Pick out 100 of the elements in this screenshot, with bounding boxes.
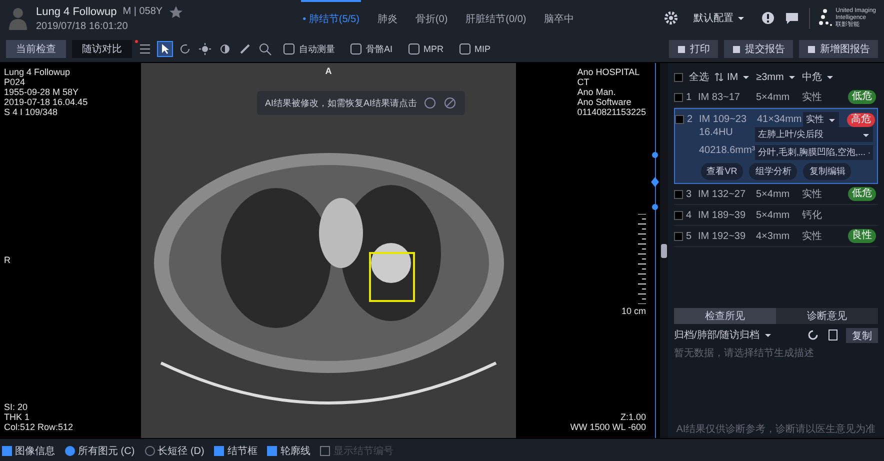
nodule-row[interactable]: 4 IM 189~39 5×4mm 钙化: [674, 205, 878, 226]
action-button[interactable]: 新增图报告: [799, 40, 878, 58]
nodule-size: 5×4mm: [756, 188, 791, 200]
nodule-index: 3: [686, 188, 693, 200]
volume-value: 40218.6mm³: [699, 145, 755, 158]
orientation-label: A: [325, 66, 332, 76]
checkbox[interactable]: [674, 92, 683, 102]
detail-button[interactable]: 复制编辑: [803, 163, 852, 180]
ai-tab[interactable]: 肺炎: [375, 0, 400, 36]
select-all-label: 全选: [689, 70, 709, 84]
size-dropdown[interactable]: ≥3mm: [756, 72, 796, 82]
zoom-icon[interactable]: [258, 42, 272, 56]
nodule-box[interactable]: [369, 252, 415, 302]
overlay-text: WW 1500 WL -600: [570, 422, 646, 432]
detail-button[interactable]: 查看VR: [700, 163, 744, 180]
nodule-row[interactable]: 3 IM 132~27 5×4mm 实性 低危: [674, 184, 878, 205]
checkbox[interactable]: [675, 115, 684, 124]
collapse-handle[interactable]: [661, 244, 667, 258]
risk-tag: 低危: [848, 90, 876, 104]
overlay-text: 1955-09-28 M 58Y: [4, 87, 80, 97]
caret-icon: [828, 116, 836, 122]
overlay-text: Z:1.00: [619, 412, 646, 422]
view-tab[interactable]: 当前检查: [6, 40, 66, 58]
scale-label: 10 cm: [621, 306, 646, 316]
overlay-text: Ano Software: [577, 97, 632, 107]
checkbox-option[interactable]: 轮廓线: [267, 444, 310, 458]
document-icon: [807, 44, 816, 54]
risk-tag: 良性: [848, 229, 876, 243]
image-number: IM 192~39: [698, 230, 747, 242]
nodule-size: 5×4mm: [756, 210, 791, 220]
tool-icon: [282, 42, 296, 56]
nodule-index: 4: [686, 210, 693, 220]
refresh-icon[interactable]: [806, 328, 820, 342]
empty-text: 暂无数据，请选择结节生成描述: [674, 346, 815, 360]
rotate-icon[interactable]: [178, 42, 192, 56]
tool-button[interactable]: 骨骼AI: [345, 42, 397, 56]
image-number: IM 189~39: [698, 210, 747, 220]
overlay-text: 01140821153225: [577, 107, 646, 117]
radio-option[interactable]: 所有图元 (C): [65, 444, 135, 458]
overlay-text: S 4 I 109/348: [4, 107, 59, 117]
density-value: 16.4HU: [699, 127, 734, 140]
template-dropdown[interactable]: 归档/肺部/随访归档: [674, 328, 772, 342]
report-tab[interactable]: 诊断意见: [776, 308, 878, 324]
config-dropdown[interactable]: 默认配置: [688, 10, 751, 26]
checkbox[interactable]: [674, 210, 683, 220]
action-button[interactable]: 打印: [669, 40, 718, 58]
type-dropdown[interactable]: 实性: [803, 112, 839, 127]
radio-option[interactable]: 长短径 (D): [144, 444, 204, 458]
ai-tab[interactable]: 肝脏结节(0/0): [464, 0, 528, 36]
nodule-index: 2: [687, 114, 694, 125]
risk-dropdown[interactable]: 中危: [802, 70, 834, 84]
copy-button[interactable]: 复制: [846, 328, 878, 342]
star-icon[interactable]: [168, 4, 183, 18]
settings-icon[interactable]: [664, 11, 678, 25]
nodule-row[interactable]: 2 IM 109~23 41×34mm 实性 高危 16.4HU 左肺上叶/尖后段 40218.6mm³ 分叶,毛刺,胸膜凹陷,空泡,... 查看VR 组学分析 复制编辑: [674, 108, 878, 184]
help-icon[interactable]: [760, 11, 775, 25]
tool-button[interactable]: 自动测量: [278, 42, 339, 56]
nodule-size: 41×34mm: [757, 114, 803, 125]
tool-button[interactable]: MIP: [454, 42, 495, 56]
checkbox[interactable]: [674, 190, 683, 198]
tool-icon: [349, 42, 363, 56]
clipboard-icon[interactable]: [826, 328, 840, 342]
detail-button[interactable]: 组学分析: [749, 163, 798, 180]
location-dropdown[interactable]: 左肺上叶/尖后段: [755, 127, 873, 142]
tool-button[interactable]: MPR: [402, 42, 448, 56]
patient-name: Lung 4 Followup: [36, 6, 117, 18]
slice-markers[interactable]: [651, 151, 659, 211]
nodule-type: 实性: [802, 90, 823, 104]
tool-icon: [458, 42, 472, 56]
document-icon: [677, 44, 686, 54]
checkbox-option[interactable]: 结节框: [214, 444, 258, 458]
logo-icon: [818, 8, 832, 28]
exam-datetime: 2019/07/18 16:01:20: [36, 20, 129, 32]
orientation-label: R: [4, 254, 12, 264]
overlay-text: Lung 4 Followup: [4, 67, 72, 77]
overlay-text: Ano HOSPITAL: [577, 67, 641, 77]
ai-tab[interactable]: 骨折(0): [413, 0, 450, 36]
list-icon[interactable]: [138, 42, 152, 56]
action-button[interactable]: 提交报告: [724, 40, 793, 58]
ruler-icon[interactable]: [238, 42, 252, 56]
close-icon[interactable]: [443, 96, 458, 110]
image-number: IM 132~27: [698, 188, 747, 200]
overlay-text: P024: [4, 77, 26, 87]
caret-icon: [862, 132, 870, 138]
overlay-text: Col:512 Row:512: [4, 422, 74, 432]
image-number: IM 83~17: [698, 92, 741, 102]
checkbox-option[interactable]: 图像信息: [2, 444, 55, 458]
ai-tab[interactable]: 脑卒中: [542, 0, 576, 36]
signs-dropdown[interactable]: 分叶,毛刺,胸膜凹陷,空泡,...: [755, 145, 873, 160]
message-icon[interactable]: [784, 11, 799, 25]
avatar-icon: [8, 6, 28, 30]
sort-dropdown[interactable]: IM: [715, 72, 750, 82]
contrast-icon[interactable]: [218, 42, 232, 56]
checkbox[interactable]: [674, 72, 683, 82]
pointer-icon[interactable]: [158, 42, 172, 56]
nodule-row[interactable]: 5 IM 192~39 4×3mm 实性 良性: [674, 226, 878, 247]
brightness-icon[interactable]: [198, 42, 212, 56]
disclaimer-text: AI结果仅供诊断参考，诊断请以医生意见为准: [675, 422, 877, 437]
checkbox[interactable]: [674, 232, 683, 240]
report-tab[interactable]: 检查所见: [674, 308, 776, 324]
